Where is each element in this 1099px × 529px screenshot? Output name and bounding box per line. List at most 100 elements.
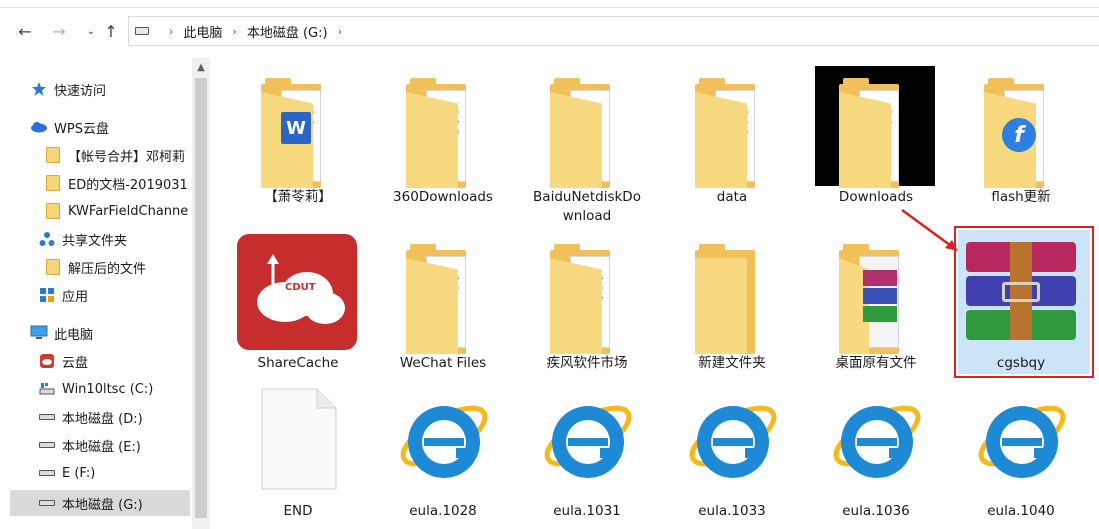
sidebar-item-drive-d[interactable]: 本地磁盘 (D:) xyxy=(38,406,143,428)
ie-icon xyxy=(396,388,492,492)
drive-icon xyxy=(38,409,56,425)
file-name: BaiduNetdiskDo xyxy=(533,189,641,205)
sidebar-item-folder[interactable]: ED的文档-2019031 xyxy=(44,172,188,194)
sidebar-item-cloud-drive[interactable]: 云盘 xyxy=(38,350,88,372)
sidebar-item-label: 本地磁盘 (D:) xyxy=(62,411,143,427)
folder-icon xyxy=(839,78,911,188)
file-name: ShareCache xyxy=(257,355,339,371)
sidebar-item-folder[interactable]: KWFarFieldChanne xyxy=(44,200,188,222)
file-item[interactable]: eula.1033 xyxy=(669,384,795,529)
file-name: eula.1036 xyxy=(842,503,910,519)
file-name: eula.1031 xyxy=(553,503,621,519)
sidebar-item-label: 此电脑 xyxy=(54,327,94,343)
sidebar-item-label: WPS云盘 xyxy=(54,121,109,137)
file-item[interactable]: f flash更新 xyxy=(958,70,1084,240)
sidebar-item-label: KWFarFieldChanne xyxy=(68,203,189,219)
file-item[interactable]: cgsbqy xyxy=(958,236,1084,406)
word-folder-icon: W xyxy=(261,78,333,188)
file-item[interactable]: BaiduNetdiskDo wnload xyxy=(524,70,650,240)
folder-icon xyxy=(550,244,622,354)
file-item[interactable]: eula.1040 xyxy=(958,384,1084,529)
sharecache-icon: CDUT xyxy=(237,234,357,350)
chevron-right-icon[interactable]: › xyxy=(169,25,173,38)
file-item[interactable]: 新建文件夹 xyxy=(669,236,795,406)
ie-icon xyxy=(829,388,925,492)
cdut-badge: CDUT xyxy=(285,282,316,293)
sidebar-item-label: ED的文档-2019031 xyxy=(68,177,188,193)
window-top-edge xyxy=(0,0,1099,8)
sidebar-item-label: 【帐号合并】邓柯莉 xyxy=(68,149,186,165)
share-icon xyxy=(38,231,56,247)
folder-icon xyxy=(44,147,62,163)
up-arrow-icon[interactable]: ↑ xyxy=(100,20,122,42)
sidebar-item-folder[interactable]: 【帐号合并】邓柯莉 xyxy=(44,144,185,166)
ie-icon xyxy=(540,388,636,492)
file-name: END xyxy=(283,503,313,519)
navigation-bar: ← → ⌄ ↑ › 此电脑 › 本地磁盘 (G:) › xyxy=(0,14,1099,48)
folder-icon xyxy=(695,244,767,354)
chevron-right-icon[interactable]: › xyxy=(232,25,236,38)
file-name-continued: wnload xyxy=(562,208,612,224)
file-item[interactable]: Downloads xyxy=(813,66,939,240)
chevron-right-icon[interactable]: › xyxy=(338,25,342,38)
file-item[interactable]: eula.1028 xyxy=(380,384,506,529)
sidebar-item-drive-c[interactable]: Win10ltsc (C:) xyxy=(38,378,153,400)
file-item[interactable]: 桌面原有文件 xyxy=(813,236,939,406)
address-bar[interactable]: › 此电脑 › 本地磁盘 (G:) › xyxy=(128,16,1099,46)
sidebar-item-folder[interactable]: 解压后的文件 xyxy=(44,256,146,278)
pin-icon xyxy=(30,81,48,97)
file-item[interactable]: data xyxy=(669,70,795,240)
recent-locations-chevron-icon[interactable]: ⌄ xyxy=(80,20,102,42)
breadcrumb-drive-g[interactable]: 本地磁盘 (G:) xyxy=(247,22,328,41)
folder-icon xyxy=(44,175,62,191)
winrar-archive-icon xyxy=(966,242,1076,342)
breadcrumb-this-pc[interactable]: 此电脑 xyxy=(183,22,222,41)
sidebar-item-drive-g[interactable]: 本地磁盘 (G:) xyxy=(38,492,143,514)
sidebar-item-wps-cloud[interactable]: WPS云盘 xyxy=(30,116,109,138)
sidebar-item-drive-e[interactable]: 本地磁盘 (E:) xyxy=(38,434,141,456)
file-item[interactable]: 疾风软件市场 xyxy=(524,236,650,406)
sidebar-item-quick-access[interactable]: 快速访问 xyxy=(30,78,106,100)
file-name: 新建文件夹 xyxy=(698,355,766,371)
back-arrow-icon[interactable]: ← xyxy=(14,20,36,42)
ie-icon xyxy=(685,388,781,492)
file-name: flash更新 xyxy=(991,189,1051,205)
sidebar-item-label: Win10ltsc (C:) xyxy=(62,381,154,397)
file-item[interactable]: W 【萧苓莉】 xyxy=(235,70,361,240)
ie-icon xyxy=(974,388,1070,492)
folder-icon xyxy=(44,203,62,219)
apps-icon xyxy=(38,287,56,303)
file-name: 桌面原有文件 xyxy=(835,355,917,371)
drive-icon xyxy=(38,465,56,481)
sidebar-item-drive-f[interactable]: E (F:) xyxy=(38,462,95,484)
file-item[interactable]: CDUT ShareCache xyxy=(235,234,361,406)
sidebar-item-shared-folder[interactable]: 共享文件夹 xyxy=(38,228,127,250)
file-list: W 【萧苓莉】 360Downloads BaiduNetdiskDo wnlo… xyxy=(213,58,1099,529)
winrar-folder-icon xyxy=(839,244,911,354)
sidebar-item-this-pc[interactable]: 此电脑 xyxy=(30,322,93,344)
file-item[interactable]: eula.1036 xyxy=(813,384,939,529)
sidebar-item-label: 本地磁盘 (E:) xyxy=(62,439,141,455)
sidebar-item-label: 本地磁盘 (G:) xyxy=(62,497,143,513)
navigation-pane: 快速访问 WPS云盘 【帐号合并】邓柯莉 ED的文档-2019031 KWFar… xyxy=(0,58,213,529)
cloud-drive-icon xyxy=(38,353,56,369)
sidebar-scrollbar[interactable]: ▲ xyxy=(192,58,210,529)
file-name: 【萧苓莉】 xyxy=(264,189,332,205)
scroll-up-arrow-icon[interactable]: ▲ xyxy=(192,58,210,76)
sidebar-item-label: 云盘 xyxy=(62,355,89,371)
drive-icon xyxy=(135,27,149,35)
file-item[interactable]: eula.1031 xyxy=(524,384,650,529)
file-name: 疾风软件市场 xyxy=(546,355,628,371)
sidebar-item-label: 快速访问 xyxy=(54,83,107,99)
file-name: eula.1033 xyxy=(698,503,766,519)
sidebar-item-label: 解压后的文件 xyxy=(68,261,147,277)
file-item[interactable]: 360Downloads xyxy=(380,70,506,240)
forward-arrow-icon[interactable]: → xyxy=(48,20,70,42)
scroll-thumb[interactable] xyxy=(195,78,207,518)
sidebar-item-apps[interactable]: 应用 xyxy=(38,284,88,306)
folder-icon xyxy=(550,78,622,188)
file-name: data xyxy=(716,189,748,205)
file-item[interactable]: WeChat Files xyxy=(380,236,506,406)
file-item[interactable]: END xyxy=(235,384,361,529)
folder-icon xyxy=(44,259,62,275)
